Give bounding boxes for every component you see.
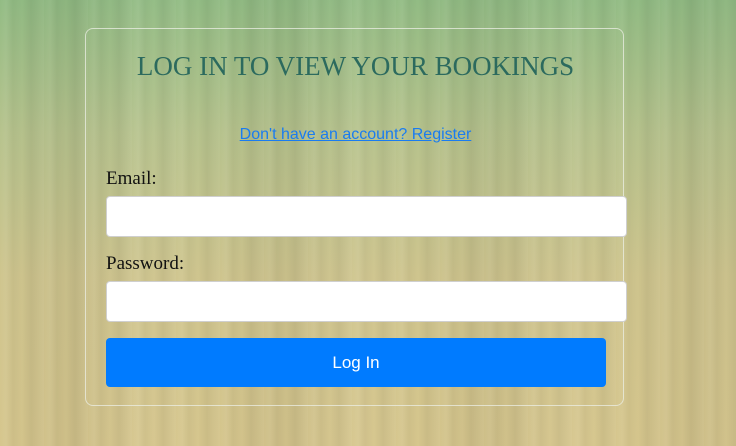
password-label: Password:	[106, 253, 185, 274]
email-field[interactable]	[106, 196, 627, 237]
login-card: LOG IN TO VIEW YOUR BOOKINGS Don't have …	[85, 28, 627, 406]
register-link[interactable]: Don't have an account? Register	[86, 126, 625, 144]
password-field[interactable]	[106, 281, 627, 322]
login-button[interactable]: Log In	[106, 338, 606, 387]
email-label: Email:	[106, 168, 157, 189]
page-title: LOG IN TO VIEW YOUR BOOKINGS	[136, 51, 575, 81]
